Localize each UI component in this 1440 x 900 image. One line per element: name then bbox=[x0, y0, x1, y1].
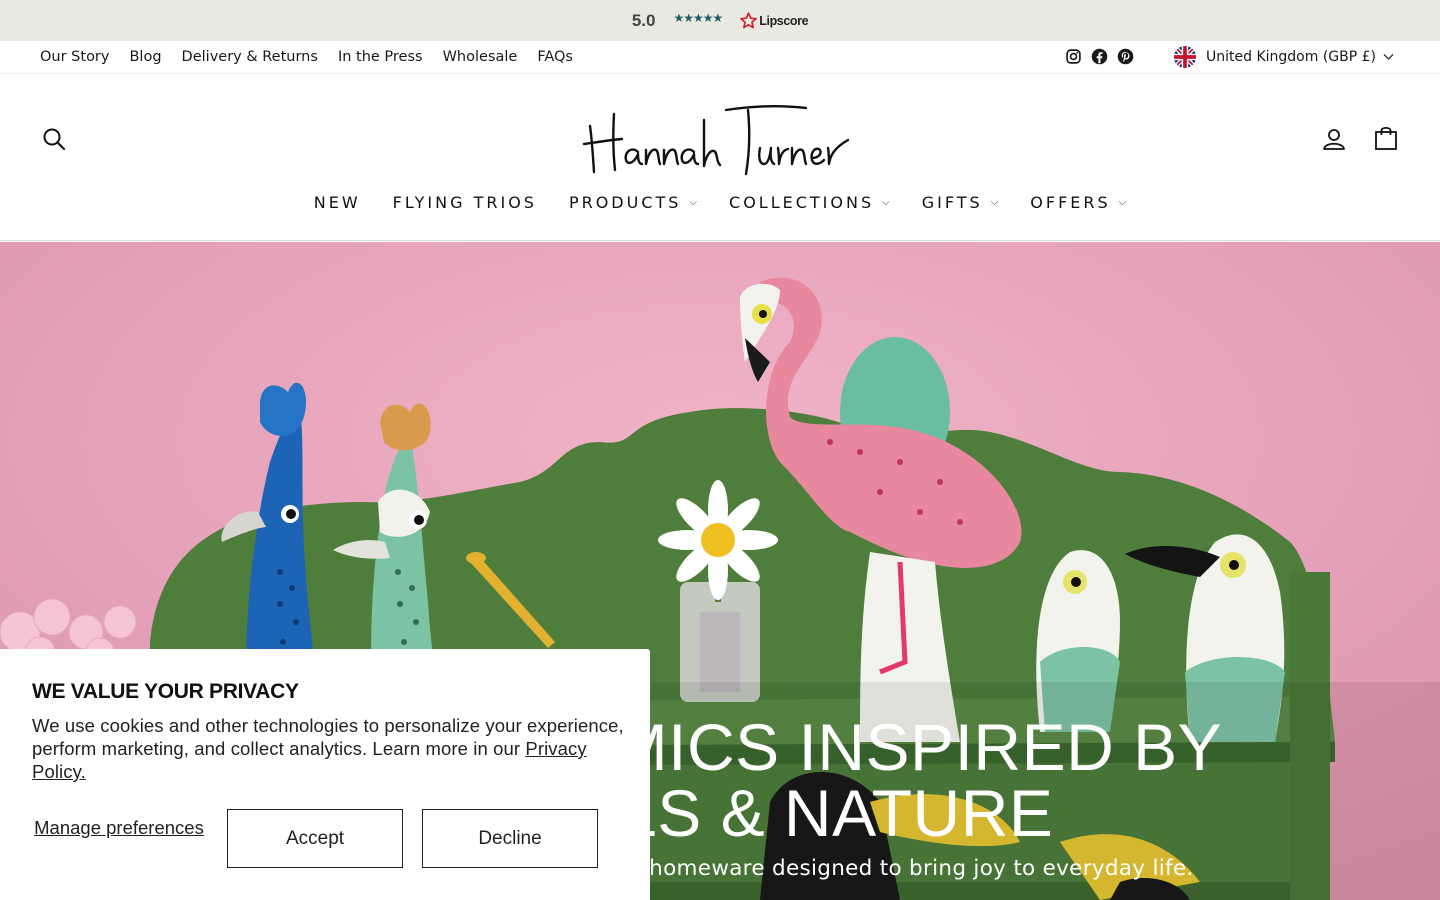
utility-bar: Our Story Blog Delivery & Returns In the… bbox=[0, 41, 1440, 74]
rating-stars: ★★★★★ bbox=[673, 10, 723, 25]
pinterest-icon[interactable] bbox=[1117, 48, 1134, 65]
hero-title-line1: RAMICS INSPIRED BY bbox=[520, 710, 1223, 784]
chevron-down-icon: ⌵ bbox=[882, 196, 890, 208]
hero-title-line2: MALS & NATURE bbox=[520, 776, 1054, 850]
lipscore-label: Lipscore bbox=[759, 13, 809, 28]
nav-gifts[interactable]: GIFTS ⌵ bbox=[922, 193, 999, 212]
nav-label: PRODUCTS bbox=[568, 192, 682, 212]
nav-label: COLLECTIONS bbox=[729, 192, 875, 212]
rating-bar[interactable]: 5.0 ★★★★★ Lipscore bbox=[0, 0, 1440, 41]
account-icon[interactable] bbox=[1322, 127, 1346, 151]
nav-label: FLYING TRIOS bbox=[392, 192, 537, 212]
link-wholesale[interactable]: Wholesale bbox=[443, 49, 518, 65]
chevron-down-icon: ⌵ bbox=[990, 196, 999, 208]
decline-button[interactable]: Decline bbox=[422, 809, 598, 868]
bag-icon[interactable] bbox=[1373, 125, 1399, 151]
manage-preferences-button[interactable]: Manage preferences bbox=[32, 817, 206, 838]
link-faqs[interactable]: FAQs bbox=[537, 49, 573, 65]
lipscore-logo[interactable]: Lipscore bbox=[740, 12, 809, 29]
link-blog[interactable]: Blog bbox=[129, 49, 161, 65]
link-in-the-press[interactable]: In the Press bbox=[338, 49, 423, 65]
utility-links: Our Story Blog Delivery & Returns In the… bbox=[40, 41, 573, 73]
nav-label: OFFERS bbox=[1030, 192, 1111, 212]
locale-selector[interactable]: United Kingdom (GBP £) bbox=[1174, 46, 1394, 68]
uk-flag-icon bbox=[1174, 46, 1196, 68]
nav-label: NEW bbox=[313, 192, 361, 212]
chevron-down-icon: ⌵ bbox=[689, 196, 698, 208]
cookie-title: WE VALUE YOUR PRIVACY bbox=[32, 680, 299, 703]
site-header: NEW FLYING TRIOS PRODUCTS ⌵ COLLECTIONS … bbox=[0, 74, 1440, 241]
instagram-icon[interactable] bbox=[1065, 48, 1082, 65]
hero-title: RAMICS INSPIRED BY MALS & NATURE bbox=[520, 714, 1420, 846]
locale-label: United Kingdom (GBP £) bbox=[1206, 49, 1376, 65]
cookie-banner: WE VALUE YOUR PRIVACY We use cookies and… bbox=[0, 649, 650, 900]
accept-button[interactable]: Accept bbox=[227, 809, 403, 868]
nav-new[interactable]: NEW bbox=[314, 193, 361, 212]
site-logo[interactable] bbox=[580, 100, 860, 178]
nav-offers[interactable]: OFFERS ⌵ bbox=[1030, 193, 1126, 212]
lipscore-star-icon bbox=[740, 12, 758, 29]
cookie-text: We use cookies and other technologies to… bbox=[32, 714, 627, 783]
main-nav: NEW FLYING TRIOS PRODUCTS ⌵ COLLECTIONS … bbox=[0, 188, 1440, 216]
chevron-down-icon bbox=[1383, 54, 1394, 60]
search-icon[interactable] bbox=[42, 127, 66, 151]
nav-label: GIFTS bbox=[921, 192, 983, 212]
facebook-icon[interactable] bbox=[1091, 48, 1108, 65]
nav-flying-trios[interactable]: FLYING TRIOS bbox=[393, 193, 537, 212]
nav-collections[interactable]: COLLECTIONS ⌵ bbox=[729, 193, 890, 212]
social-links bbox=[1065, 48, 1134, 65]
link-our-story[interactable]: Our Story bbox=[40, 49, 109, 65]
rating-score: 5.0 bbox=[631, 10, 656, 30]
nav-products[interactable]: PRODUCTS ⌵ bbox=[569, 193, 697, 212]
chevron-down-icon: ⌵ bbox=[1118, 196, 1127, 208]
link-delivery-returns[interactable]: Delivery & Returns bbox=[182, 49, 318, 65]
